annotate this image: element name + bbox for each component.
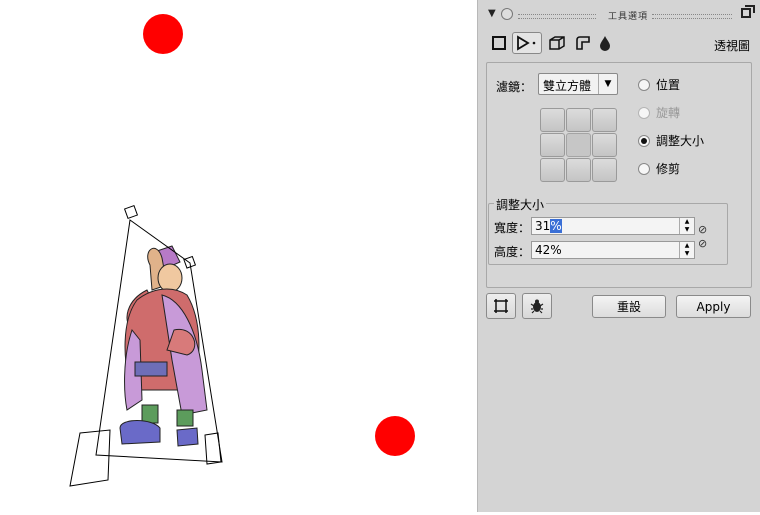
radio-position-label: 位置 xyxy=(656,78,681,92)
float-panel-icon[interactable] xyxy=(741,5,755,18)
view-mode-label[interactable]: 透視圖 xyxy=(714,37,750,54)
shape-icon[interactable] xyxy=(572,32,594,54)
bug-icon xyxy=(530,299,544,314)
height-input[interactable]: 42% ▲ ▼ xyxy=(531,241,695,259)
radio-dot[interactable] xyxy=(638,162,650,175)
tool-options-panel: ▼ 工具選項 透視圖 濾鏡： 雙立方體 ▼ 位置 旋轉 調整大小 修剪 調整大小… xyxy=(477,0,760,512)
width-label: 寬度： xyxy=(494,221,531,235)
radio-crop[interactable]: 修剪 xyxy=(638,160,680,177)
canvas-drawing xyxy=(69,14,415,487)
grip-left[interactable] xyxy=(518,14,596,19)
radio-rotate-label: 旋轉 xyxy=(656,106,681,120)
reset-button[interactable]: 重設 xyxy=(592,295,666,318)
radio-crop-label: 修剪 xyxy=(656,162,681,176)
width-value[interactable]: 31% xyxy=(535,219,562,233)
radio-position[interactable]: 位置 xyxy=(638,76,680,93)
radio-resize-label: 調整大小 xyxy=(656,134,705,148)
canvas-area[interactable] xyxy=(0,0,477,512)
stepper-down-icon[interactable]: ▼ xyxy=(680,226,694,234)
frame-handle-bl xyxy=(69,429,111,487)
drop-icon[interactable] xyxy=(594,32,616,54)
radio-dot[interactable] xyxy=(638,78,650,91)
anchor-cell[interactable] xyxy=(540,158,565,182)
panel-titlebar: ▼ 工具選項 xyxy=(478,4,760,26)
radio-resize[interactable]: 調整大小 xyxy=(638,132,704,149)
frame-handle-br xyxy=(204,432,222,465)
grip-right[interactable] xyxy=(652,14,732,19)
anchor-cell[interactable] xyxy=(540,133,565,157)
anchor-grid xyxy=(540,108,620,184)
height-stepper[interactable]: ▲ ▼ xyxy=(679,242,694,258)
filter-label: 濾鏡： xyxy=(496,80,533,94)
transform-tool-icon[interactable] xyxy=(512,32,542,54)
bug-button[interactable] xyxy=(522,293,552,319)
radio-rotate: 旋轉 xyxy=(638,104,680,121)
stepper-up-icon[interactable]: ▲ xyxy=(680,218,694,226)
cube-icon[interactable] xyxy=(546,32,568,54)
anchor-cell[interactable] xyxy=(592,108,617,132)
panel-title: 工具選項 xyxy=(608,12,649,22)
crop-frame-icon xyxy=(494,299,508,313)
frame-handle-tl xyxy=(123,204,139,220)
height-label: 高度： xyxy=(494,245,531,259)
filter-select[interactable]: 雙立方體 ▼ xyxy=(538,73,618,95)
apply-button[interactable]: Apply xyxy=(676,295,751,318)
collapse-arrow-icon[interactable]: ▼ xyxy=(488,8,496,19)
chevron-down-icon[interactable]: ▼ xyxy=(598,74,617,94)
link-icon[interactable]: ⊘ xyxy=(698,237,707,250)
anchor-cell[interactable] xyxy=(592,158,617,182)
stepper-up-icon[interactable]: ▲ xyxy=(680,242,694,250)
character-figure xyxy=(119,245,208,447)
panel-menu-icon[interactable] xyxy=(501,8,513,20)
stepper-down-icon[interactable]: ▼ xyxy=(680,250,694,258)
resize-group-title: 調整大小 xyxy=(494,196,547,213)
anchor-cell[interactable] xyxy=(566,158,591,182)
height-value[interactable]: 42% xyxy=(535,243,562,257)
link-icon[interactable]: ⊘ xyxy=(698,223,707,236)
red-dot-bottom xyxy=(375,416,415,456)
rectangle-select-icon[interactable] xyxy=(488,32,510,54)
anchor-cell[interactable] xyxy=(566,108,591,132)
red-dot-top xyxy=(143,14,183,54)
crop-frame-button[interactable] xyxy=(486,293,516,319)
filter-select-value: 雙立方體 xyxy=(543,79,592,93)
anchor-cell-center[interactable] xyxy=(566,133,591,157)
width-input[interactable]: 31% ▲ ▼ xyxy=(531,217,695,235)
anchor-cell[interactable] xyxy=(592,133,617,157)
radio-dot xyxy=(638,106,650,119)
width-stepper[interactable]: ▲ ▼ xyxy=(679,218,694,234)
radio-dot-checked[interactable] xyxy=(638,134,650,147)
anchor-cell[interactable] xyxy=(540,108,565,132)
